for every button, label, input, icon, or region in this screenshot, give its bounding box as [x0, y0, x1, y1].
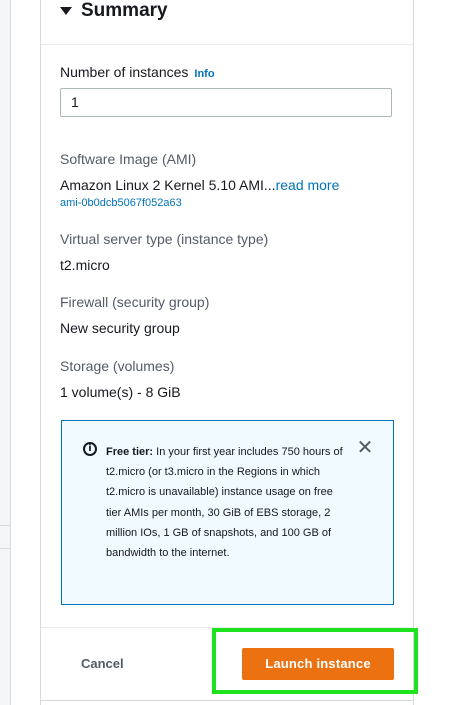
summary-title: Summary [81, 0, 168, 21]
free-tier-text: Free tier: In your first year includes 7… [106, 442, 346, 563]
close-icon[interactable]: ✕ [355, 437, 375, 457]
read-more-link[interactable]: read more [276, 177, 340, 193]
divider [0, 525, 10, 526]
ami-label: Software Image (AMI) [60, 151, 197, 167]
instances-label-text: Number of instances [60, 64, 189, 80]
firewall-value: New security group [60, 320, 180, 336]
free-tier-alert: i Free tier: In your first year includes… [61, 420, 394, 605]
summary-header[interactable]: Summary [41, 0, 413, 45]
caret-down-icon[interactable] [60, 7, 72, 15]
summary-panel: Summary Number of instances Info 1 Softwa… [40, 0, 414, 705]
ami-value: Amazon Linux 2 Kernel 5.10 AMI...read mo… [60, 177, 339, 193]
free-tier-body: In your first year includes 750 hours of… [106, 446, 343, 560]
ami-id-link[interactable]: ami-0b0dcb5067f052a63 [60, 197, 182, 209]
info-circle-icon: i [83, 442, 97, 456]
divider [0, 548, 10, 549]
ami-name: Amazon Linux 2 Kernel 5.10 AMI... [60, 177, 276, 193]
instance-type-label: Virtual server type (instance type) [60, 231, 269, 247]
cancel-button[interactable]: Cancel [81, 656, 124, 671]
instances-input[interactable]: 1 [60, 88, 392, 117]
left-panel-edge [0, 0, 11, 705]
instance-type-value: t2.micro [60, 257, 110, 273]
info-link[interactable]: Info [194, 68, 214, 80]
firewall-label: Firewall (security group) [60, 294, 210, 310]
storage-label: Storage (volumes) [60, 358, 175, 374]
free-tier-title: Free tier: [106, 446, 154, 458]
storage-value: 1 volume(s) - 8 GiB [60, 384, 181, 400]
launch-instance-button[interactable]: Launch instance [242, 648, 394, 680]
instances-label: Number of instances Info [60, 64, 215, 80]
